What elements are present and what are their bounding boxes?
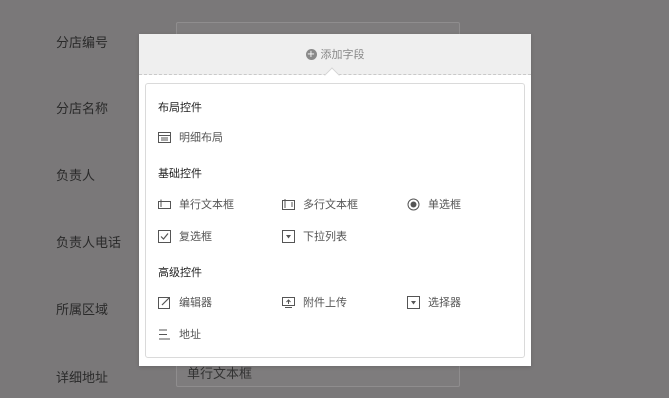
item-address[interactable]: 地址 <box>158 326 201 342</box>
item-dropdown[interactable]: 下拉列表 <box>282 228 347 244</box>
editor-icon <box>158 296 171 309</box>
add-field-header[interactable]: + 添加字段 <box>139 34 531 75</box>
multi-line-text-icon <box>282 198 295 211</box>
add-field-label: 添加字段 <box>320 48 365 61</box>
form-label-address: 详细地址 <box>56 371 109 386</box>
item-label: 选择器 <box>428 296 461 309</box>
section-title-layout: 布局控件 <box>158 101 202 114</box>
dropdown-icon <box>282 229 295 243</box>
radio-icon <box>407 198 420 211</box>
item-label: 下拉列表 <box>303 230 347 243</box>
checkbox-icon <box>158 229 171 243</box>
item-label: 单行文本框 <box>179 198 234 211</box>
item-radio[interactable]: 单选框 <box>407 196 461 212</box>
detail-layout-icon <box>158 131 171 144</box>
form-label-owner: 负责人 <box>56 169 96 184</box>
upload-icon <box>282 296 295 309</box>
form-label-owner-phone: 负责人电话 <box>56 236 122 251</box>
single-line-text-icon <box>158 198 171 211</box>
item-editor[interactable]: 编辑器 <box>158 294 212 310</box>
item-checkbox[interactable]: 复选框 <box>158 228 212 244</box>
section-title-basic: 基础控件 <box>158 167 202 180</box>
item-label: 多行文本框 <box>303 198 358 211</box>
add-field-popup: + 添加字段 布局控件 明细布局 基础控件 单行文本框 多行文本框 单选框 复选… <box>139 34 531 366</box>
item-upload[interactable]: 附件上传 <box>282 294 347 310</box>
item-single-line-text[interactable]: 单行文本框 <box>158 196 234 212</box>
item-label: 编辑器 <box>179 296 212 309</box>
selector-icon <box>407 295 420 309</box>
item-label: 复选框 <box>179 230 212 243</box>
item-label: 地址 <box>179 328 201 341</box>
form-label-region: 所属区域 <box>56 303 109 318</box>
section-title-advanced: 高级控件 <box>158 266 202 279</box>
form-label-branch-no: 分店编号 <box>56 36 109 51</box>
field-type-panel: 布局控件 明细布局 基础控件 单行文本框 多行文本框 单选框 复选框 下拉列表 … <box>145 83 525 358</box>
item-multi-line-text[interactable]: 多行文本框 <box>282 196 358 212</box>
form-label-branch-name: 分店名称 <box>56 102 109 117</box>
item-selector[interactable]: 选择器 <box>407 294 461 310</box>
item-label: 附件上传 <box>303 296 347 309</box>
item-detail-layout[interactable]: 明细布局 <box>158 129 223 145</box>
plus-circle-icon: + <box>305 48 317 60</box>
item-label: 明细布局 <box>179 131 223 144</box>
item-label: 单选框 <box>428 198 461 211</box>
address-icon <box>158 328 171 341</box>
